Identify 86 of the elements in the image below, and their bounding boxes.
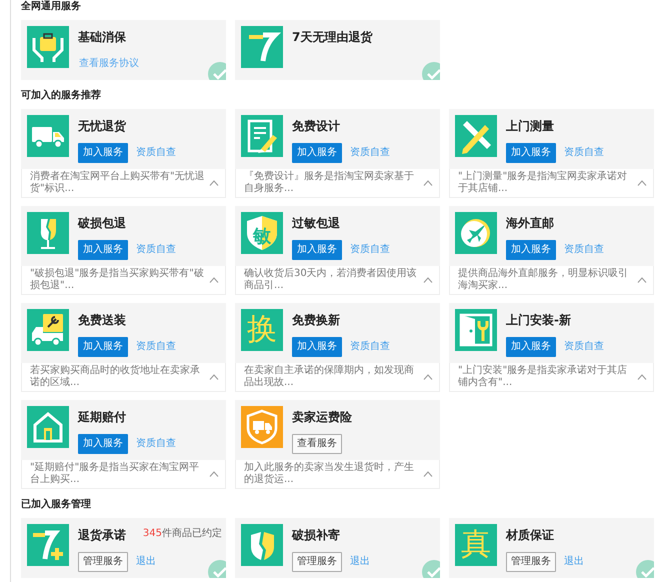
collapse-chevron-icon[interactable] — [637, 277, 647, 283]
bag-in-hands-icon — [27, 26, 69, 68]
service-title: 上门测量 — [506, 118, 554, 135]
service-title: 退货承诺 — [78, 527, 126, 544]
service-description: 提供商品海外直邮服务，明显标识吸引海淘买家... — [458, 268, 629, 292]
service-button[interactable]: 加入服务 — [78, 337, 128, 357]
service-button[interactable]: 管理服务 — [292, 552, 342, 572]
service-link[interactable]: 资质自查 — [135, 337, 177, 357]
broken-glass-icon — [27, 212, 69, 254]
service-link[interactable]: 退出 — [349, 552, 371, 572]
service-link[interactable]: 资质自查 — [135, 143, 177, 163]
shield-character-logo: 敏 — [241, 212, 283, 254]
service-description: 确认收货后30天内，若消费者因使用该商品引... — [244, 268, 418, 292]
service-link[interactable]: 资质自查 — [563, 240, 605, 260]
service-description: "上门测量"服务是指淘宝网卖家承诺对于其店铺... — [458, 171, 628, 195]
section-heading: 已加入服务管理 — [21, 498, 92, 512]
service-link[interactable]: 资质自查 — [349, 240, 391, 260]
service-title: 破损包退 — [78, 215, 126, 232]
ruler-pencil-icon — [455, 115, 497, 157]
service-button[interactable]: 加入服务 — [506, 337, 556, 357]
service-link[interactable]: 查看服务协议 — [78, 54, 140, 74]
service-button[interactable]: 查看服务 — [292, 434, 342, 454]
document-pen-icon — [241, 115, 283, 157]
service-title: 无忧退货 — [78, 118, 126, 135]
service-link[interactable]: 资质自查 — [563, 143, 605, 163]
character-logo: 换 — [241, 309, 283, 351]
collapse-chevron-icon[interactable] — [423, 374, 433, 380]
collapse-chevron-icon[interactable] — [423, 471, 433, 477]
service-title: 免费换新 — [292, 312, 340, 329]
collapse-chevron-icon[interactable] — [209, 180, 219, 186]
service-title: 过敏包退 — [292, 215, 340, 232]
service-link[interactable]: 资质自查 — [135, 240, 177, 260]
service-description: 『免费设计』服务是指淘宝网卖家基于自身服务... — [244, 171, 415, 195]
split-shield-icon — [241, 524, 283, 566]
service-button[interactable]: 加入服务 — [78, 434, 128, 454]
seven-plus-icon — [27, 524, 69, 566]
service-link[interactable]: 资质自查 — [349, 337, 391, 357]
service-description: 消费者在淘宝网平台上购买带有"无忧退货"标识... — [30, 171, 205, 195]
service-description: "上门安装"服务是指卖家承诺对于其店铺内含有"... — [458, 365, 628, 389]
service-description: 若买家购买商品时的收货地址在卖家承诺的区域... — [30, 365, 201, 389]
service-button[interactable]: 加入服务 — [78, 143, 128, 163]
service-title: 7天无理由退货 — [292, 29, 372, 46]
collapse-chevron-icon[interactable] — [423, 277, 433, 283]
service-title: 免费送装 — [78, 312, 126, 329]
collapse-chevron-icon[interactable] — [423, 180, 433, 186]
service-button[interactable]: 加入服务 — [78, 240, 128, 260]
service-description: 在卖家自主承诺的保障期内，如发现商品出现故... — [244, 365, 415, 389]
service-title: 破损补寄 — [292, 527, 340, 544]
service-link[interactable]: 资质自查 — [563, 337, 605, 357]
service-button[interactable]: 加入服务 — [506, 143, 556, 163]
truck-wrench-icon — [27, 309, 69, 351]
collapse-chevron-icon[interactable] — [637, 374, 647, 380]
collapse-chevron-icon[interactable] — [637, 180, 647, 186]
service-description: "延期赔付"服务是指当买家在淘宝网平台上购买... — [30, 462, 200, 486]
service-link[interactable]: 资质自查 — [135, 434, 177, 454]
airplane-icon — [455, 212, 497, 254]
section-heading: 可加入的服务推荐 — [21, 88, 102, 103]
service-description: 加入此服务的卖家当发生退货时，产生的退货运... — [244, 462, 415, 486]
collapse-chevron-icon[interactable] — [209, 277, 219, 283]
service-description: "破损包退"服务是指当买家购买带有"破损包退"... — [30, 268, 205, 292]
product-count: 345件商品已约定 — [142, 526, 222, 540]
service-button[interactable]: 加入服务 — [506, 240, 556, 260]
service-title: 材质保证 — [506, 527, 554, 544]
service-link[interactable]: 退出 — [563, 552, 585, 572]
collapse-chevron-icon[interactable] — [209, 374, 219, 380]
seven-icon — [241, 26, 283, 68]
service-link[interactable]: 退出 — [135, 552, 157, 572]
service-button[interactable]: 管理服务 — [506, 552, 556, 572]
service-title: 上门安装-新 — [506, 312, 571, 329]
door-wrench-icon — [455, 309, 497, 351]
character-logo: 真 — [455, 524, 497, 566]
service-title: 卖家运费险 — [292, 409, 352, 426]
service-title: 延期赔付 — [78, 409, 126, 426]
service-title: 基础消保 — [78, 29, 126, 46]
house-icon — [27, 406, 69, 448]
truck-shield-icon — [241, 406, 283, 448]
truck-icon — [27, 115, 69, 157]
service-button[interactable]: 加入服务 — [292, 240, 342, 260]
service-button[interactable]: 加入服务 — [292, 143, 342, 163]
service-button[interactable]: 加入服务 — [292, 337, 342, 357]
service-link[interactable]: 资质自查 — [349, 143, 391, 163]
section-heading: 全网通用服务 — [21, 0, 82, 14]
collapse-chevron-icon[interactable] — [209, 471, 219, 477]
service-title: 免费设计 — [292, 118, 340, 135]
service-button[interactable]: 管理服务 — [78, 552, 128, 572]
service-title: 海外直邮 — [506, 215, 554, 232]
